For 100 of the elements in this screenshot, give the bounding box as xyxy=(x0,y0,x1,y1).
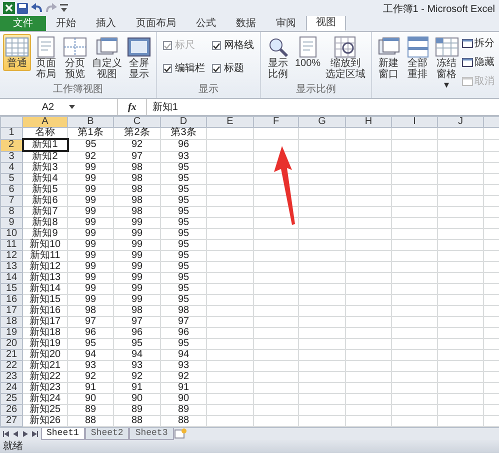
table-cell[interactable]: 94 xyxy=(114,350,160,360)
table-cell[interactable]: 95 xyxy=(160,262,206,272)
table-cell[interactable]: 98 xyxy=(68,306,114,316)
ribbon-tab[interactable]: 公式 xyxy=(186,15,226,31)
sheet-tab[interactable]: Sheet2 xyxy=(84,428,130,440)
table-cell[interactable]: 92 xyxy=(160,372,206,382)
table-cell[interactable]: 新知20 xyxy=(22,350,68,360)
table-cell[interactable]: 95 xyxy=(160,250,206,262)
table-cell[interactable]: 96 xyxy=(160,139,206,151)
ribbon-button[interactable]: 缩放到 选定区域 xyxy=(324,34,368,82)
table-cell[interactable]: 98 xyxy=(114,306,160,316)
undo-icon[interactable] xyxy=(30,2,42,14)
row-header[interactable]: 22 xyxy=(0,360,22,372)
table-cell[interactable]: 94 xyxy=(68,350,114,360)
table-cell[interactable]: 90 xyxy=(114,394,160,404)
table-cell[interactable]: 99 xyxy=(114,272,160,284)
table-cell[interactable]: 92 xyxy=(114,372,160,382)
table-cell[interactable]: 99 xyxy=(114,250,160,262)
row-header[interactable]: 18 xyxy=(0,316,22,328)
row-header[interactable]: 2 xyxy=(0,139,22,151)
checkbox[interactable]: 编辑栏 xyxy=(163,61,205,76)
table-cell[interactable]: 99 xyxy=(68,218,114,228)
table-cell[interactable]: 99 xyxy=(68,174,114,184)
sheet-tab[interactable]: Sheet3 xyxy=(129,428,174,440)
table-cell[interactable]: 99 xyxy=(68,294,114,306)
save-icon[interactable] xyxy=(17,2,28,14)
table-cell[interactable]: 新知21 xyxy=(22,360,68,372)
ribbon-tab[interactable]: 开始 xyxy=(46,15,86,31)
row-header[interactable]: 5 xyxy=(0,174,22,184)
table-cell[interactable]: 91 xyxy=(160,382,206,394)
scroll-left-icon[interactable] xyxy=(2,431,10,437)
row-header[interactable]: 9 xyxy=(0,218,22,228)
ribbon-tab[interactable]: 审阅 xyxy=(266,15,306,31)
table-cell[interactable]: 新知12 xyxy=(22,262,68,272)
table-cell[interactable]: 99 xyxy=(114,262,160,272)
row-header[interactable]: 23 xyxy=(0,372,22,382)
name-box[interactable]: A2 xyxy=(0,99,118,115)
table-cell[interactable]: 95 xyxy=(160,284,206,294)
table-cell[interactable]: 新知7 xyxy=(22,206,68,218)
row-header[interactable]: 8 xyxy=(0,206,22,218)
row-header[interactable]: 24 xyxy=(0,382,22,394)
table-cell[interactable]: 96 xyxy=(68,328,114,338)
ribbon-tab[interactable]: 插入 xyxy=(86,15,126,31)
table-cell[interactable]: 97 xyxy=(160,316,206,328)
table-cell[interactable]: 93 xyxy=(160,151,206,162)
table-cell[interactable]: 90 xyxy=(68,394,114,404)
table-cell[interactable]: 96 xyxy=(114,328,160,338)
table-cell[interactable]: 99 xyxy=(68,228,114,240)
table-cell[interactable]: 新知18 xyxy=(22,328,68,338)
table-cell[interactable]: 99 xyxy=(114,284,160,294)
table-cell[interactable]: 新知14 xyxy=(22,284,68,294)
file-tab[interactable]: 文件 xyxy=(0,15,46,31)
table-cell[interactable]: 95 xyxy=(68,338,114,350)
table-cell[interactable]: 91 xyxy=(114,382,160,394)
row-header[interactable]: 10 xyxy=(0,228,22,240)
row-header[interactable]: 14 xyxy=(0,272,22,284)
table-cell[interactable]: 99 xyxy=(68,262,114,272)
table-cell[interactable]: 92 xyxy=(68,151,114,162)
table-cell[interactable]: 99 xyxy=(68,250,114,262)
table-cell[interactable]: 新知10 xyxy=(22,240,68,250)
column-header[interactable]: C xyxy=(114,116,160,128)
table-cell[interactable]: 99 xyxy=(68,206,114,218)
table-cell[interactable]: 92 xyxy=(114,139,160,151)
table-cell[interactable]: 99 xyxy=(68,184,114,196)
table-cell[interactable]: 新知19 xyxy=(22,338,68,350)
table-cell[interactable]: 新知17 xyxy=(22,316,68,328)
ribbon-button[interactable]: 隐藏 xyxy=(462,55,495,70)
table-cell[interactable]: 新知8 xyxy=(22,218,68,228)
row-header[interactable]: 13 xyxy=(0,262,22,272)
row-header[interactable]: 27 xyxy=(0,416,22,426)
table-cell[interactable]: 94 xyxy=(160,350,206,360)
table-cell[interactable]: 95 xyxy=(160,272,206,284)
table-cell[interactable]: 新知4 xyxy=(22,174,68,184)
row-header[interactable]: 12 xyxy=(0,250,22,262)
table-cell[interactable]: 99 xyxy=(114,294,160,306)
table-cell[interactable]: 99 xyxy=(114,228,160,240)
formula-field[interactable]: 新知1 xyxy=(147,99,178,115)
table-cell[interactable]: 95 xyxy=(160,162,206,174)
table-cell[interactable]: 92 xyxy=(68,372,114,382)
column-header[interactable]: I xyxy=(392,116,438,128)
table-cell[interactable]: 98 xyxy=(114,184,160,196)
column-header[interactable]: H xyxy=(346,116,392,128)
row-header[interactable]: 26 xyxy=(0,404,22,416)
ribbon-button[interactable]: 分页 预览 xyxy=(61,34,89,82)
table-cell[interactable]: 93 xyxy=(160,360,206,372)
row-header[interactable]: 11 xyxy=(0,240,22,250)
table-cell[interactable]: 新知23 xyxy=(22,382,68,394)
table-cell[interactable]: 91 xyxy=(68,382,114,394)
table-cell[interactable]: 95 xyxy=(160,240,206,250)
ribbon-tab[interactable]: 页面布局 xyxy=(126,15,186,31)
table-cell[interactable]: 99 xyxy=(114,218,160,228)
row-header[interactable]: 17 xyxy=(0,306,22,316)
sheet-tab[interactable]: Sheet1 xyxy=(40,428,85,440)
table-cell[interactable]: 95 xyxy=(160,218,206,228)
excel-icon[interactable] xyxy=(2,2,14,14)
table-cell[interactable]: 新知16 xyxy=(22,306,68,316)
row-header[interactable]: 3 xyxy=(0,151,22,162)
column-header[interactable]: B xyxy=(68,116,114,128)
table-cell[interactable]: 98 xyxy=(114,196,160,206)
scroll-right-icon[interactable] xyxy=(22,431,28,437)
